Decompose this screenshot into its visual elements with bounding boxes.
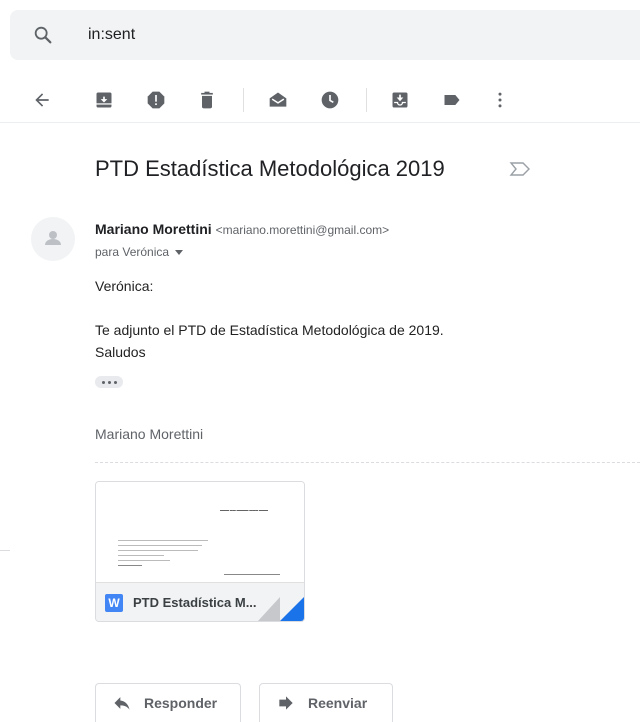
archive-icon[interactable]: [92, 88, 116, 112]
preview-text-line: [224, 574, 280, 575]
forward-label: Reenviar: [308, 695, 368, 711]
back-icon[interactable]: [30, 88, 54, 112]
body-line: Te adjunto el PTD de Estadística Metodol…: [95, 322, 444, 338]
report-spam-icon[interactable]: [144, 88, 168, 112]
message-toolbar: [0, 80, 640, 123]
preview-text-line: [118, 540, 208, 541]
preview-text-line: [118, 550, 198, 551]
dot: [113, 380, 117, 384]
search-icon[interactable]: [32, 24, 54, 46]
show-trimmed-content-button[interactable]: [95, 376, 123, 388]
sender-email: <mariano.morettini@gmail.com>: [215, 223, 390, 237]
label-icon[interactable]: [440, 88, 464, 112]
sender-name[interactable]: Mariano Morettini: [95, 221, 212, 237]
signature: Mariano Morettini: [95, 426, 204, 442]
reply-icon: [114, 697, 130, 710]
avatar[interactable]: [31, 217, 75, 261]
importance-marker-icon[interactable]: [509, 161, 531, 177]
side-divider: [0, 550, 10, 551]
attachment-preview: ▬▬▬ ▬▬ ▬▬▬▬ ▬▬▬ ▬▬▬: [96, 482, 304, 582]
search-input[interactable]: in:sent: [88, 24, 135, 46]
attachments-divider: [95, 462, 640, 463]
delete-icon[interactable]: [195, 88, 219, 112]
attachment-name: PTD Estadística M...: [133, 595, 257, 610]
sender-line: Mariano Morettini <mariano.morettini@gma…: [95, 220, 389, 239]
page-curl-shadow: [258, 597, 280, 621]
dot: [107, 380, 111, 384]
recipient-details[interactable]: para Verónica: [95, 243, 184, 261]
recipient-label: para Verónica: [95, 245, 170, 259]
reply-label: Responder: [144, 695, 218, 711]
dot: [101, 380, 105, 384]
body-line: Saludos: [95, 344, 146, 360]
attachment-card[interactable]: ▬▬▬ ▬▬ ▬▬▬▬ ▬▬▬ ▬▬▬ W PTD Estadística M.…: [95, 481, 305, 622]
forward-icon: [279, 696, 293, 710]
person-icon: [45, 231, 61, 245]
preview-text-line: [118, 560, 170, 561]
move-to-inbox-icon[interactable]: [388, 88, 412, 112]
mark-unread-icon[interactable]: [266, 88, 290, 112]
preview-text-line: ▬▬▬ ▬▬ ▬▬▬▬ ▬▬▬ ▬▬▬: [220, 508, 268, 512]
reply-button[interactable]: Responder: [95, 683, 241, 722]
preview-text-line: [118, 555, 164, 556]
word-doc-icon: W: [105, 594, 123, 612]
page-fold-icon: [280, 597, 304, 621]
preview-text-line: [118, 565, 142, 566]
forward-button[interactable]: Reenviar: [259, 683, 393, 722]
email-subject: PTD Estadística Metodológica 2019: [95, 156, 445, 181]
search-bar[interactable]: in:sent: [10, 10, 640, 60]
chevron-down-icon[interactable]: [175, 250, 184, 256]
body-greeting: Verónica:: [95, 278, 154, 294]
toolbar-separator: [243, 88, 244, 112]
toolbar-separator: [366, 88, 367, 112]
snooze-icon[interactable]: [318, 88, 342, 112]
preview-text-line: [118, 545, 202, 546]
more-vert-icon[interactable]: [488, 88, 512, 112]
